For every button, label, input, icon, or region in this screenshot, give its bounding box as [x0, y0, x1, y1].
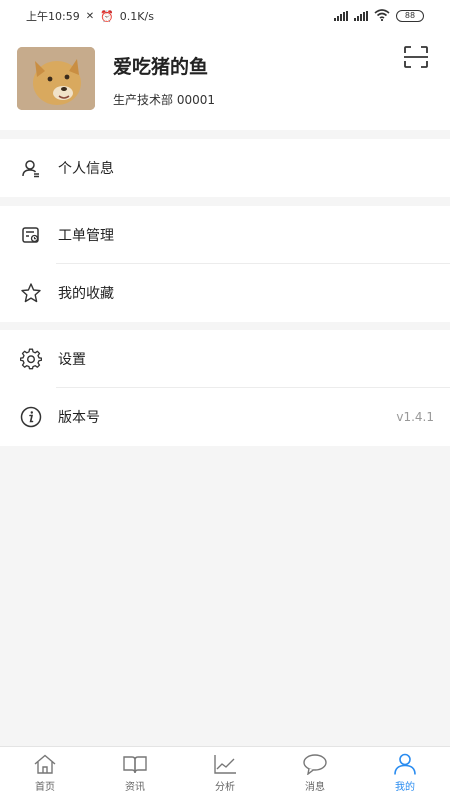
version-number: v1.4.1: [396, 410, 434, 424]
info-icon: [20, 406, 42, 428]
network-speed: 0.1K/s: [119, 9, 154, 23]
star-icon: [20, 282, 42, 304]
signal-icon: [334, 11, 348, 21]
gear-icon: [20, 348, 42, 370]
department-label: 生产技术部 00001: [113, 93, 215, 107]
scan-button[interactable]: [403, 45, 429, 69]
tab-mine[interactable]: 我的: [360, 747, 450, 800]
menu-group-work: 工单管理 我的收藏: [0, 206, 450, 322]
book-icon: [123, 756, 147, 774]
bottom-tab-bar: 首页 资讯 分析 消息 我的: [0, 746, 450, 800]
tab-label: 我的: [395, 782, 415, 793]
avatar[interactable]: [17, 47, 95, 110]
tab-label: 资讯: [125, 782, 145, 793]
tab-label: 首页: [35, 782, 55, 793]
menu-item-label: 个人信息: [58, 161, 114, 177]
signal-icon-2: [354, 11, 368, 21]
home-icon: [34, 754, 56, 774]
menu-item-version[interactable]: 版本号 v1.4.1: [0, 388, 450, 446]
user-icon: [20, 157, 42, 179]
wifi-icon: [374, 8, 390, 24]
battery-icon: 88: [396, 10, 424, 22]
work-order-icon: [20, 224, 42, 246]
status-bar: 上午10:59 ✕ ⏰ 0.1K/s 88: [0, 0, 450, 32]
chart-icon: [214, 755, 236, 774]
menu-item-personal-info[interactable]: 个人信息: [0, 139, 450, 197]
menu-group-system: 设置 版本号 v1.4.1: [0, 330, 450, 446]
tab-label: 分析: [215, 782, 235, 793]
tab-messages[interactable]: 消息: [270, 747, 360, 800]
menu-item-label: 版本号: [58, 410, 100, 426]
tab-home[interactable]: 首页: [0, 747, 90, 800]
scan-icon: [404, 46, 428, 68]
menu-item-label: 设置: [58, 352, 86, 368]
status-time: 上午10:59: [26, 10, 80, 23]
username: 爱吃猪的鱼: [113, 56, 209, 78]
tab-analysis[interactable]: 分析: [180, 747, 270, 800]
menu-group-profile: 个人信息: [0, 139, 450, 197]
tab-news[interactable]: 资讯: [90, 747, 180, 800]
menu-item-label: 我的收藏: [58, 286, 114, 302]
menu-item-label: 工单管理: [58, 228, 114, 244]
battery-level: 88: [404, 11, 416, 20]
user-icon: [394, 753, 416, 775]
menu-item-settings[interactable]: 设置: [0, 330, 450, 388]
profile-header: 爱吃猪的鱼 生产技术部 00001: [0, 32, 450, 130]
message-icon: [303, 754, 327, 775]
silent-icon: ✕: [85, 10, 95, 22]
tab-label: 消息: [305, 782, 325, 793]
alarm-icon: ⏰: [100, 9, 114, 23]
menu-item-work-orders[interactable]: 工单管理: [0, 206, 450, 264]
menu-item-favorites[interactable]: 我的收藏: [0, 264, 450, 322]
